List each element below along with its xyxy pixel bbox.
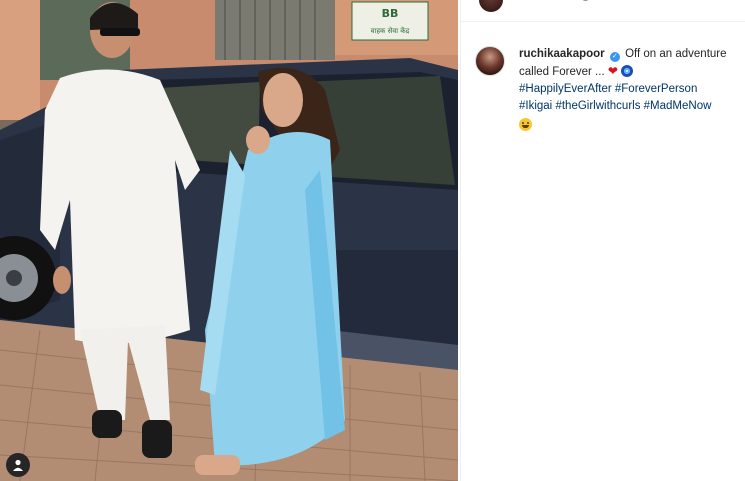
- hashtag-link[interactable]: #ForeverPerson: [615, 83, 697, 95]
- header-dot: [583, 0, 588, 1]
- sign-text: वाहक सेवा केंद्र: [371, 26, 410, 35]
- sign-logo: BB: [382, 7, 399, 20]
- red-heart-emoji: ❤: [607, 64, 618, 78]
- avatar[interactable]: [475, 46, 505, 76]
- hashtag-link[interactable]: #MadMeNow: [644, 100, 712, 112]
- caption-panel: ruchikaakapoor ✓ Off on an adventure cal…: [460, 0, 745, 481]
- hashtag-link[interactable]: #Ikigai: [519, 100, 552, 112]
- hashtag-link[interactable]: #theGirlwithcurls: [555, 100, 640, 112]
- hashtag-link[interactable]: #HappilyEverAfter: [519, 83, 612, 95]
- zany-face-emoji: [519, 118, 532, 131]
- username-link[interactable]: ruchikaakapoor: [519, 48, 605, 60]
- caption-comment: ruchikaakapoor ✓ Off on an adventure cal…: [475, 46, 741, 135]
- comment-body: ruchikaakapoor ✓ Off on an adventure cal…: [519, 46, 741, 135]
- post-photo[interactable]: BB वाहक सेवा केंद्र: [0, 0, 458, 481]
- user-tag-button[interactable]: [6, 453, 30, 477]
- header-avatar[interactable]: [477, 0, 505, 14]
- post-photo-illustration: BB वाहक सेवा केंद्र: [0, 0, 458, 481]
- verified-badge-icon: ✓: [609, 52, 620, 62]
- user-tag-icon: [13, 459, 23, 471]
- header-strip: [461, 0, 745, 22]
- nazar-amulet-emoji: [621, 65, 634, 77]
